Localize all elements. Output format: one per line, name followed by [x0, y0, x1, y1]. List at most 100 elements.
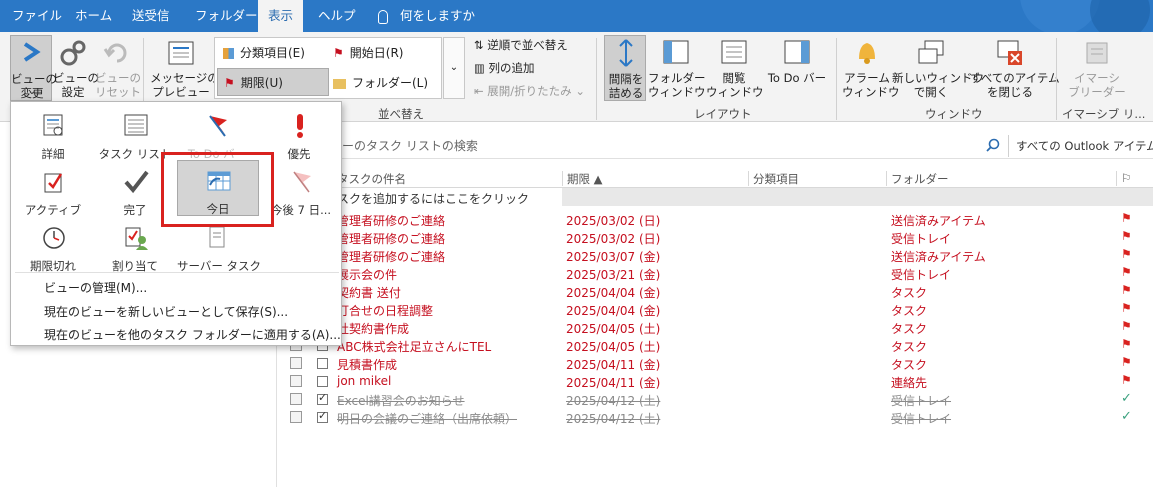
sort-folder[interactable]: フォルダー(L): [333, 74, 428, 91]
task-row[interactable]: 管理者研修のご連絡 2025/03/02 (日) 受信トレイ ⚑: [285, 229, 1153, 247]
column-subject[interactable]: タスクの件名: [337, 171, 406, 187]
checkmark-icon: [124, 170, 149, 194]
sort-due-date[interactable]: ⚑ 期限(U): [217, 68, 329, 96]
tell-me-search[interactable]: 何をしますか: [378, 0, 475, 32]
task-complete-checkbox[interactable]: [317, 391, 328, 405]
expand-collapse-icon: ⇤: [474, 84, 488, 98]
todo-bar-button[interactable]: To Do バー: [764, 37, 830, 101]
apply-view-to-folders-menu-item[interactable]: 現在のビューを他のタスク フォルダーに適用する(A)...: [44, 326, 341, 343]
task-folder: タスク: [891, 304, 928, 318]
task-row[interactable]: 明日の会議のご連絡（出席依頼） 2025/04/12 (土) 受信トレイ ✓: [285, 409, 1153, 427]
add-task-input[interactable]: スクを追加するにはここをクリック: [337, 190, 529, 207]
expand-collapse-button[interactable]: ⇤ 展開/折りたたみ ⌄: [474, 84, 585, 98]
view-overdue[interactable]: 期限切れ: [13, 218, 93, 273]
column-due[interactable]: 期限 ▲: [567, 171, 603, 187]
tab-view[interactable]: 表示: [258, 0, 304, 32]
completed-check-icon[interactable]: ✓: [1121, 409, 1132, 424]
search-scope-dropdown[interactable]: すべての Outlook アイテム ⌄: [1016, 138, 1153, 154]
search-icon[interactable]: [986, 138, 1000, 152]
flag-icon[interactable]: ⚑: [1121, 373, 1132, 387]
flag-icon[interactable]: ⚑: [1121, 337, 1132, 351]
task-folder: タスク: [891, 322, 928, 336]
task-row[interactable]: jon mikel 2025/04/11 (金) 連絡先 ⚑: [285, 373, 1153, 391]
task-complete-checkbox[interactable]: [317, 358, 328, 369]
task-row[interactable]: 見積書作成 2025/04/11 (金) タスク ⚑: [285, 355, 1153, 373]
reading-pane-button[interactable]: 閲覧 ウィンドウ: [706, 37, 764, 101]
flag-icon[interactable]: ⚑: [1121, 229, 1132, 243]
flag-icon[interactable]: ⚑: [1121, 319, 1132, 333]
compact-spacing-button[interactable]: 間隔を 詰める: [604, 35, 646, 101]
close-all-items-button[interactable]: すべてのアイテム を閉じる: [970, 37, 1060, 101]
tab-home[interactable]: ホーム: [75, 0, 112, 32]
view-detailed[interactable]: 詳細: [13, 106, 93, 161]
folder-icon: [333, 78, 346, 89]
search-input[interactable]: バーのタスク リストの検索: [330, 137, 1000, 155]
highlight-box: [161, 152, 274, 227]
reset-view-button[interactable]: ビューの リセット: [95, 37, 141, 101]
open-new-window-button[interactable]: 新しいウィンドウ で開く: [892, 37, 984, 101]
task-complete-checkbox[interactable]: [317, 376, 328, 387]
task-due-date: 2025/03/07 (金): [566, 250, 661, 264]
view-settings-button[interactable]: ビューの 設定: [53, 37, 99, 101]
simple-list-icon: [124, 114, 148, 136]
flag-icon[interactable]: ⚑: [1121, 211, 1132, 225]
completed-check-icon[interactable]: ✓: [1121, 391, 1132, 406]
add-column-button[interactable]: ▥ 列の追加: [474, 61, 535, 75]
save-view-as-new-menu-item[interactable]: 現在のビューを新しいビューとして保存(S)...: [44, 303, 288, 320]
column-category[interactable]: 分類項目: [753, 171, 799, 187]
sort-gallery-more-button[interactable]: ⌄: [443, 37, 465, 99]
task-folder: 送信済みアイテム: [891, 250, 986, 264]
task-due-date: 2025/04/12 (土): [566, 412, 661, 426]
tab-file[interactable]: ファイル: [12, 0, 62, 32]
manage-views-menu-item[interactable]: ビューの管理(M)...: [44, 279, 147, 296]
task-subject: 見積書作成: [337, 358, 398, 372]
task-row[interactable]: 管理者研修のご連絡 2025/03/02 (日) 送信済みアイテム ⚑: [285, 211, 1153, 229]
task-due-date: 2025/04/11 (金): [566, 358, 661, 372]
search-bar: バーのタスク リストの検索 すべての Outlook アイテム ⌄: [330, 135, 1153, 157]
reminders-window-label: アラーム ウィンドウ: [842, 71, 900, 99]
message-preview-button[interactable]: メッセージの プレビュー: [150, 37, 219, 101]
reading-pane-label: 閲覧 ウィンドウ: [706, 71, 764, 99]
flag-icon[interactable]: ⚑: [1121, 301, 1132, 315]
task-type-icon: [290, 375, 302, 387]
folder-pane-button[interactable]: フォルダー ウィンドウ: [648, 37, 706, 101]
category-icon: [223, 48, 234, 59]
sort-group-label: 並べ替え: [378, 107, 424, 121]
spacing-icon: [619, 39, 633, 67]
task-row[interactable]: ABC株式会社足立さんにTEL 2025/04/05 (土) タスク ⚑: [285, 337, 1153, 355]
task-folder: 受信トレイ: [891, 232, 952, 246]
immersive-reader-button[interactable]: イマーシ ブリーダー: [1064, 37, 1130, 101]
task-complete-checkbox[interactable]: [317, 409, 328, 423]
chevron-down-icon: ⌄: [27, 86, 37, 97]
task-type-icon: [290, 411, 302, 423]
sort-start-date[interactable]: ⚑ 開始日(R): [333, 44, 403, 61]
task-folder: タスク: [891, 340, 928, 354]
server-task-icon: [209, 226, 225, 248]
reminders-window-button[interactable]: アラーム ウィンドウ: [842, 37, 900, 101]
column-folder[interactable]: フォルダー: [891, 171, 949, 187]
task-subject: 社契約書作成: [337, 322, 410, 336]
flag-icon: ⚑: [224, 76, 235, 90]
tab-help[interactable]: ヘルプ: [318, 0, 356, 32]
flag-icon[interactable]: ⚑: [1121, 355, 1132, 369]
task-row[interactable]: 展示会の件 2025/03/21 (金) 受信トレイ ⚑: [285, 265, 1153, 283]
task-row[interactable]: 管理者研修のご連絡 2025/03/07 (金) 送信済みアイテム ⚑: [285, 247, 1153, 265]
tab-folder[interactable]: フォルダー: [195, 0, 258, 32]
view-detailed-label: 詳細: [41, 147, 65, 161]
task-subject: 契約書 送付: [337, 286, 401, 300]
task-row[interactable]: 契約書 送付 2025/04/04 (金) タスク ⚑: [285, 283, 1153, 301]
flag-icon[interactable]: ⚑: [1121, 265, 1132, 279]
task-row[interactable]: 打合せの日程調整 2025/04/04 (金) タスク ⚑: [285, 301, 1153, 319]
view-active[interactable]: アクティブ: [13, 162, 93, 217]
sort-category[interactable]: 分類項目(E): [223, 44, 305, 61]
task-subject: 展示会の件: [337, 268, 398, 282]
reverse-sort-button[interactable]: ⇅ 逆順で並べ替え: [474, 38, 568, 52]
task-row[interactable]: Excel講習会のお知らせ 2025/04/12 (土) 受信トレイ ✓: [285, 391, 1153, 409]
task-folder: 受信トレイ: [891, 412, 952, 426]
tab-send-receive[interactable]: 送受信: [132, 0, 170, 32]
flag-column-icon[interactable]: ⚐: [1121, 171, 1131, 185]
flag-icon[interactable]: ⚑: [1121, 247, 1132, 261]
task-row[interactable]: 社契約書作成 2025/04/05 (土) タスク ⚑: [285, 319, 1153, 337]
flag-icon[interactable]: ⚑: [1121, 283, 1132, 297]
task-subject: 管理者研修のご連絡: [337, 250, 446, 264]
